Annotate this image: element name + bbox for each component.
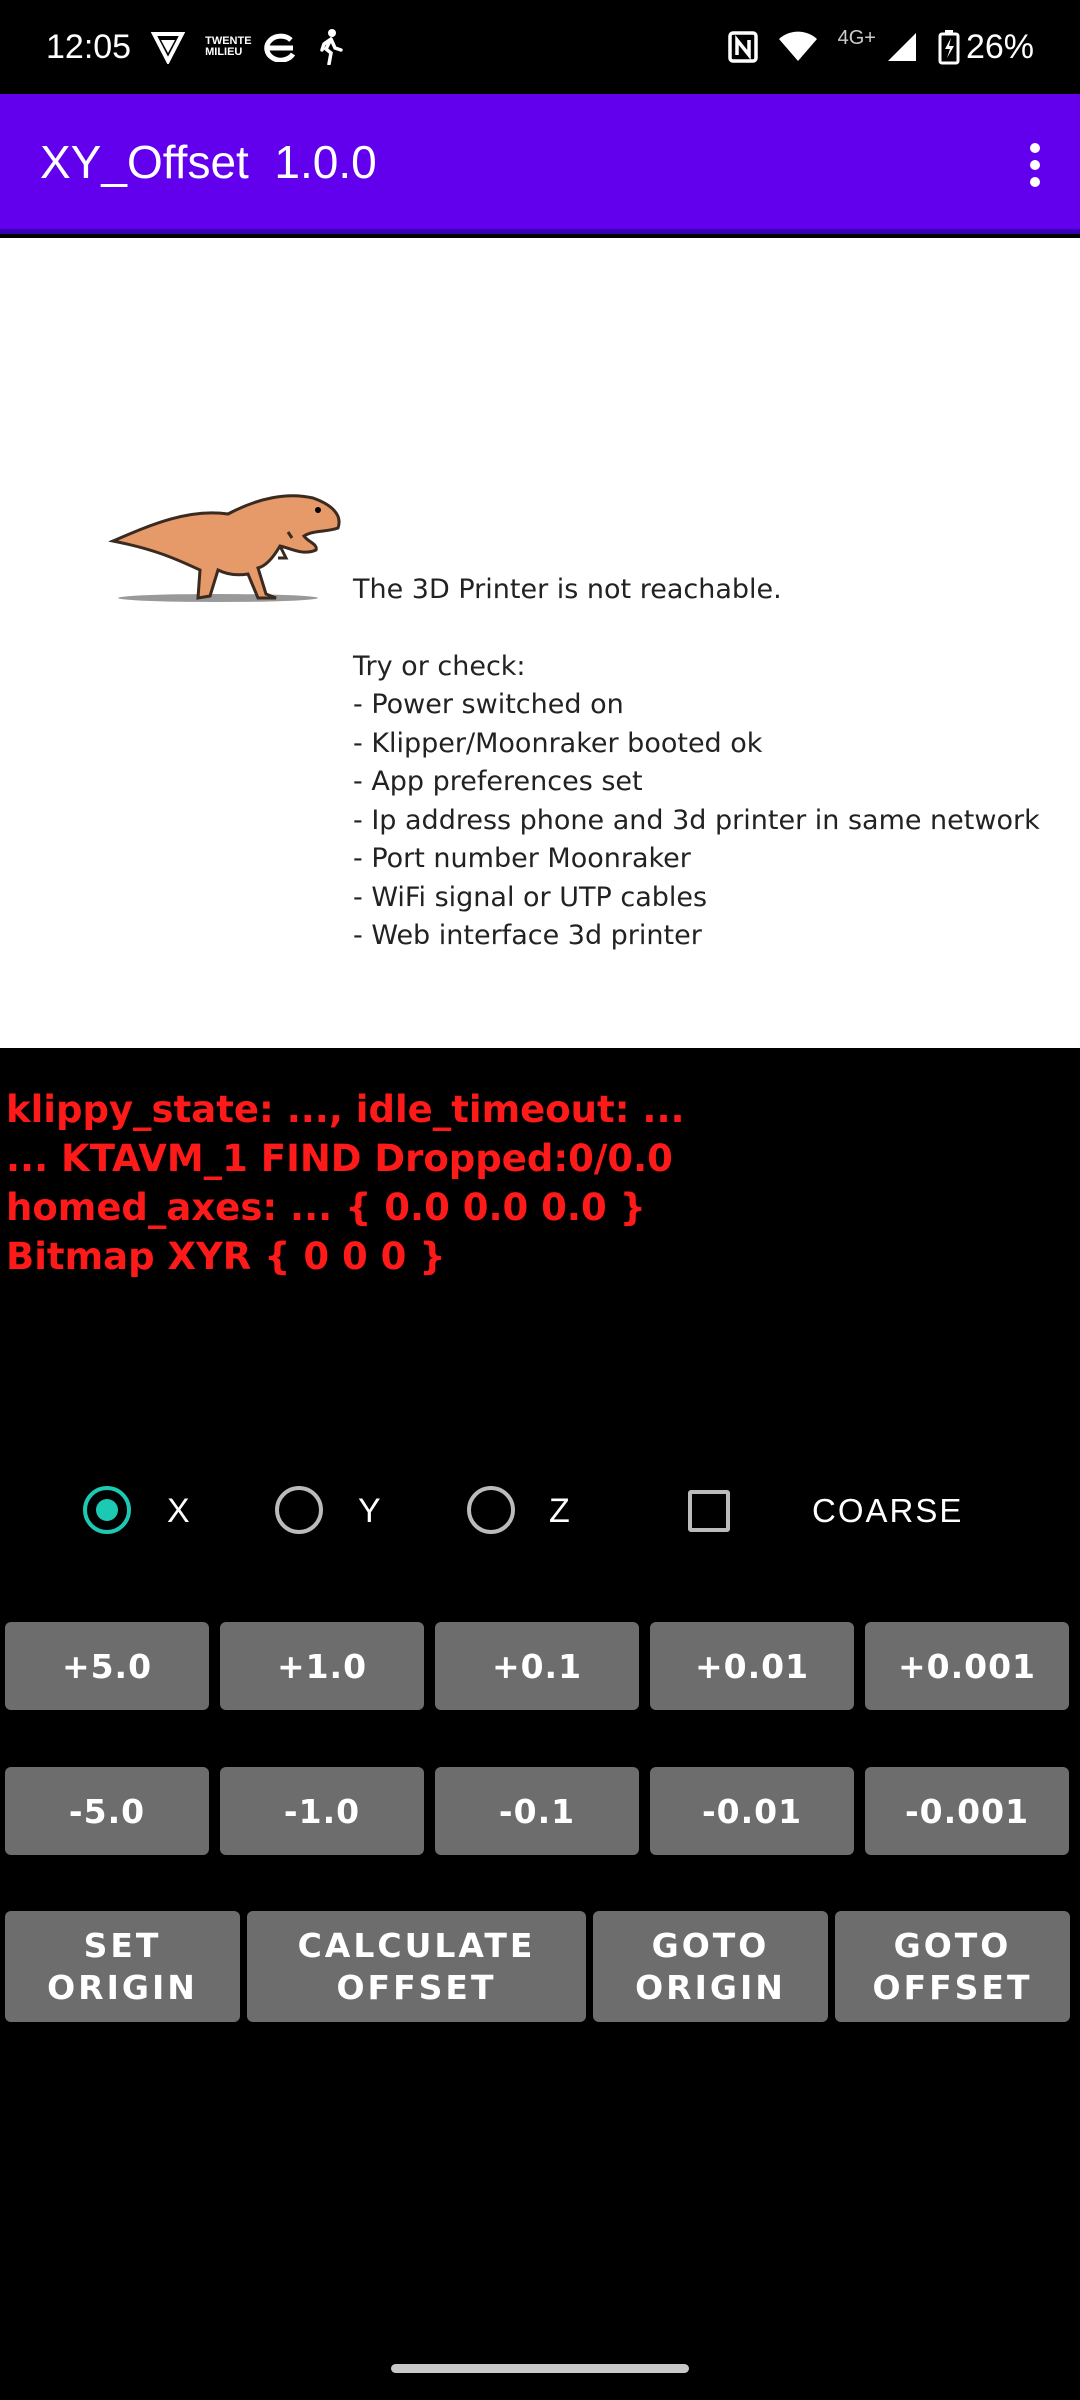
nfc-icon <box>727 31 758 63</box>
homed-axes-line: homed_axes: ... { 0.0 0.0 0.0 } <box>6 1186 646 1229</box>
minus-0-001-button[interactable]: -0.001 <box>865 1767 1069 1855</box>
check-item: - Klipper/Moonraker booted ok <box>353 727 763 759</box>
coarse-label[interactable]: COARSE <box>812 1492 963 1530</box>
minus-0-1-button[interactable]: -0.1 <box>435 1767 639 1855</box>
walking-icon <box>317 29 343 65</box>
radio-x-label[interactable]: X <box>167 1492 190 1531</box>
network-type: 4G+ <box>837 26 876 49</box>
message-intro: Try or check: <box>353 650 526 682</box>
status-bar-right: 4G+ 26% <box>727 26 1034 67</box>
check-item: - App preferences set <box>353 766 643 797</box>
more-vert-icon[interactable] <box>1020 140 1050 190</box>
clock: 12:05 <box>46 27 132 66</box>
printer-state-panel: klippy_state: ..., idle_timeout: ... ...… <box>6 1085 685 1281</box>
minus-5-button[interactable]: -5.0 <box>5 1767 209 1855</box>
plus-1-button[interactable]: +1.0 <box>220 1622 424 1710</box>
status-bar-left: 12:05 TWENTE MILIEU <box>46 28 343 67</box>
message-headline: The 3D Printer is not reachable. <box>353 574 782 605</box>
plus-0-01-button[interactable]: +0.01 <box>650 1622 854 1710</box>
check-item: - Power switched on <box>353 689 624 720</box>
minus-1-button[interactable]: -1.0 <box>220 1767 424 1855</box>
e-app-icon <box>261 32 297 62</box>
battery-level: 26% <box>965 27 1034 66</box>
status-bar: 12:05 TWENTE MILIEU 4G+ 26% <box>0 0 1080 94</box>
plus-5-button[interactable]: +5.0 <box>5 1622 209 1710</box>
radio-z-label[interactable]: Z <box>549 1492 570 1531</box>
goto-offset-button[interactable]: GOTO OFFSET <box>835 1911 1070 2022</box>
radio-y[interactable] <box>275 1486 323 1534</box>
app-bar: XY_Offset 1.0.0 <box>0 94 1080 234</box>
coarse-checkbox[interactable] <box>688 1490 730 1532</box>
vpn-shield-icon <box>151 30 186 64</box>
check-item: - Ip address phone and 3d printer in sam… <box>353 804 1040 836</box>
cell-signal-icon <box>886 31 918 63</box>
radio-z[interactable] <box>467 1486 515 1534</box>
set-origin-button[interactable]: SET ORIGIN <box>5 1911 240 2022</box>
minus-0-01-button[interactable]: -0.01 <box>650 1767 854 1855</box>
klippy-state-line: klippy_state: ..., idle_timeout: ... <box>6 1088 685 1131</box>
unreachable-message: The 3D Printer is not reachable. Try or … <box>353 571 1040 956</box>
axis-selector: X Y Z COARSE <box>0 1486 1080 1538</box>
find-line: ... KTAVM_1 FIND Dropped:0/0.0 <box>6 1137 673 1180</box>
radio-y-label[interactable]: Y <box>358 1492 381 1531</box>
calculate-offset-button[interactable]: CALCULATE OFFSET <box>247 1911 586 2022</box>
check-item: - Web interface 3d printer <box>353 920 702 951</box>
gesture-nav-handle[interactable] <box>391 2364 689 2373</box>
plus-0-001-button[interactable]: +0.001 <box>865 1622 1069 1710</box>
check-item: - WiFi signal or UTP cables <box>353 881 708 913</box>
brand-notification-icon: TWENTE MILIEU <box>205 35 252 58</box>
dinosaur-icon <box>108 494 341 602</box>
bitmap-line: Bitmap XYR { 0 0 0 } <box>6 1235 446 1278</box>
printer-status-image: The 3D Printer is not reachable. Try or … <box>0 238 1080 1048</box>
radio-x[interactable] <box>83 1486 131 1534</box>
app-title: XY_Offset 1.0.0 <box>40 135 377 188</box>
plus-0-1-button[interactable]: +0.1 <box>435 1622 639 1710</box>
check-item: - Port number Moonraker <box>353 843 691 874</box>
goto-origin-button[interactable]: GOTO ORIGIN <box>593 1911 828 2022</box>
battery-charging-icon <box>938 29 960 65</box>
wifi-icon <box>778 31 818 63</box>
